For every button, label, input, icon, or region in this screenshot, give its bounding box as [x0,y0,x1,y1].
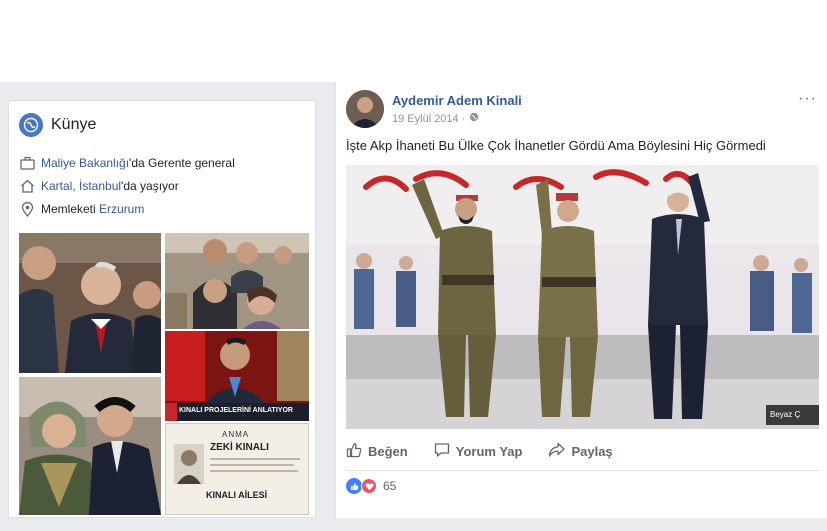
work-link[interactable]: Maliye Bakanlığı [41,156,129,170]
obituary-portrait [174,444,204,484]
location-pin-icon [19,201,35,217]
hometown-link[interactable]: Erzurum [99,202,144,216]
post-actions: Beğen Yorum Yap Paylaş [346,436,819,466]
obituary-name: ZEKİ KINALI [210,442,269,453]
comment-icon [434,442,450,461]
comment-button[interactable]: Yorum Yap [434,442,523,461]
obituary-text-line [210,458,300,460]
thumbs-up-icon [346,442,362,461]
obituary-text-line [210,464,294,466]
lives-link[interactable]: Kartal, İstanbul [41,179,121,193]
hometown-row: Memleketi Erzurum [19,201,144,217]
photo-officials[interactable] [19,233,161,373]
intro-card-header: Künye [19,113,96,137]
lives-suffix: 'da yaşıyor [121,179,179,193]
reaction-summary[interactable]: 65 [346,478,396,494]
share-label: Paylaş [571,443,613,459]
obituary-text-line [210,470,298,472]
author-avatar[interactable] [346,90,384,128]
hometown-prefix: Memleketi [41,202,100,216]
briefcase-icon [19,155,35,171]
share-icon [548,442,566,461]
post-author-name[interactable]: Aydemir Adem Kinali [392,93,522,108]
photo-mother-son[interactable] [19,377,161,515]
post-card: Aydemir Adem Kinali 19 Eylül 2014 · ··· … [335,82,827,518]
photo-obituary[interactable]: ANMA ZEKİ KINALI KINALI AİLESİ [165,423,309,515]
intro-card: Künye Maliye Bakanlığı'da Gerente genera… [8,100,316,518]
intro-card-title: Künye [51,116,97,133]
work-suffix: 'da Gerente general [129,156,235,170]
globe-icon [19,113,43,137]
globe-icon [469,112,479,125]
post-date: 19 Eylül 2014 · [392,112,479,125]
post-options-button[interactable]: ··· [798,90,817,108]
love-reaction-icon [361,478,377,494]
lives-row: Kartal, İstanbul'da yaşıyor [19,178,179,194]
photo-grid: KINALI PROJELERİNİ ANLATIYOR ANMA ZEKİ K… [19,233,309,515]
work-row: Maliye Bakanlığı'da Gerente general [19,155,235,171]
like-button[interactable]: Beğen [346,442,408,461]
reaction-count: 65 [383,479,397,493]
photo-tv-studio[interactable]: KINALI PROJELERİNİ ANLATIYOR [165,331,309,421]
tv-caption: KINALI PROJELERİNİ ANLATIYOR [179,407,293,414]
image-sign-text: Beyaz Ç [770,410,801,419]
photo-group-selfie[interactable] [165,233,309,329]
post-date-text[interactable]: 19 Eylül 2014 · [392,113,465,125]
post-text: İşte Akp İhaneti Bu Ülke Çok İhanetler G… [346,138,766,153]
comment-label: Yorum Yap [455,443,523,459]
like-label: Beğen [368,443,408,459]
home-icon [19,178,35,194]
obituary-heading: ANMA [222,430,250,439]
post-divider [346,470,819,471]
post-image[interactable]: Beyaz Ç [346,165,819,429]
obituary-family: KINALI AİLESİ [206,490,268,500]
like-reaction-icon [346,478,362,494]
share-button[interactable]: Paylaş [548,442,613,461]
